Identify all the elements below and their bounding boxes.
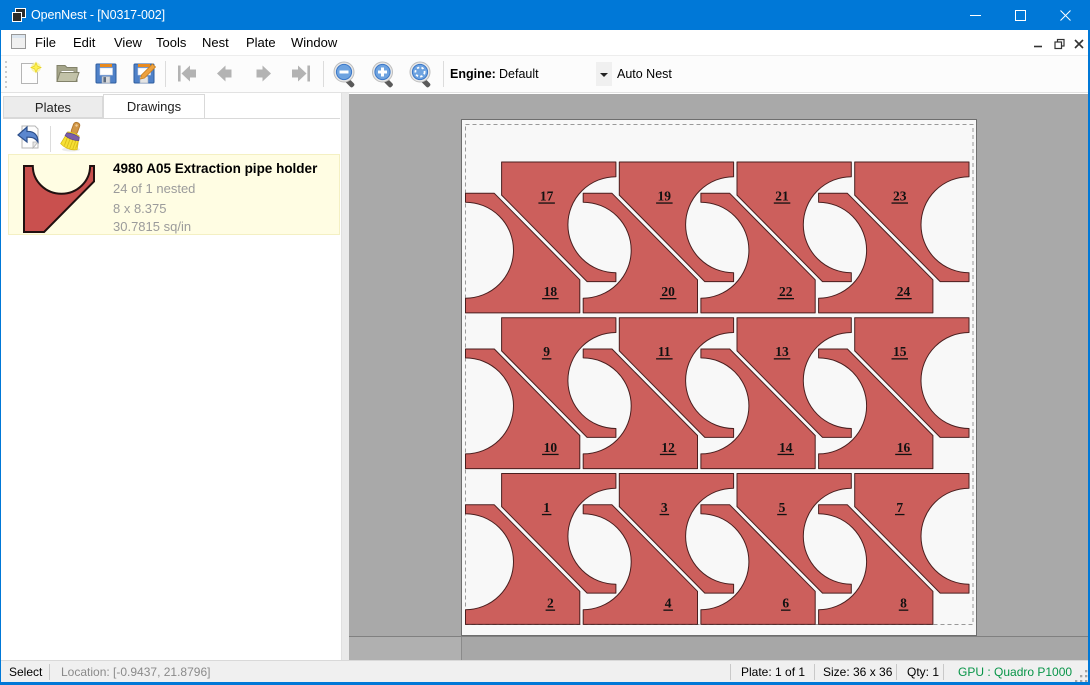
svg-text:5: 5 <box>779 500 786 515</box>
svg-text:17: 17 <box>540 189 554 204</box>
svg-text:21: 21 <box>775 189 789 204</box>
svg-text:12: 12 <box>661 440 675 455</box>
svg-text:13: 13 <box>775 344 789 359</box>
svg-text:20: 20 <box>661 284 675 299</box>
svg-text:4: 4 <box>665 596 672 611</box>
svg-text:23: 23 <box>893 189 907 204</box>
svg-text:1: 1 <box>543 500 550 515</box>
svg-text:18: 18 <box>544 284 558 299</box>
svg-text:14: 14 <box>779 440 793 455</box>
svg-text:8: 8 <box>900 596 907 611</box>
svg-text:7: 7 <box>896 500 903 515</box>
svg-text:16: 16 <box>897 440 911 455</box>
svg-text:19: 19 <box>658 189 672 204</box>
svg-text:15: 15 <box>893 344 907 359</box>
svg-text:6: 6 <box>782 596 789 611</box>
svg-text:11: 11 <box>658 344 671 359</box>
svg-text:22: 22 <box>779 284 793 299</box>
svg-text:2: 2 <box>547 596 554 611</box>
svg-text:24: 24 <box>897 284 911 299</box>
svg-text:10: 10 <box>544 440 558 455</box>
svg-text:9: 9 <box>543 344 550 359</box>
svg-text:3: 3 <box>661 500 668 515</box>
